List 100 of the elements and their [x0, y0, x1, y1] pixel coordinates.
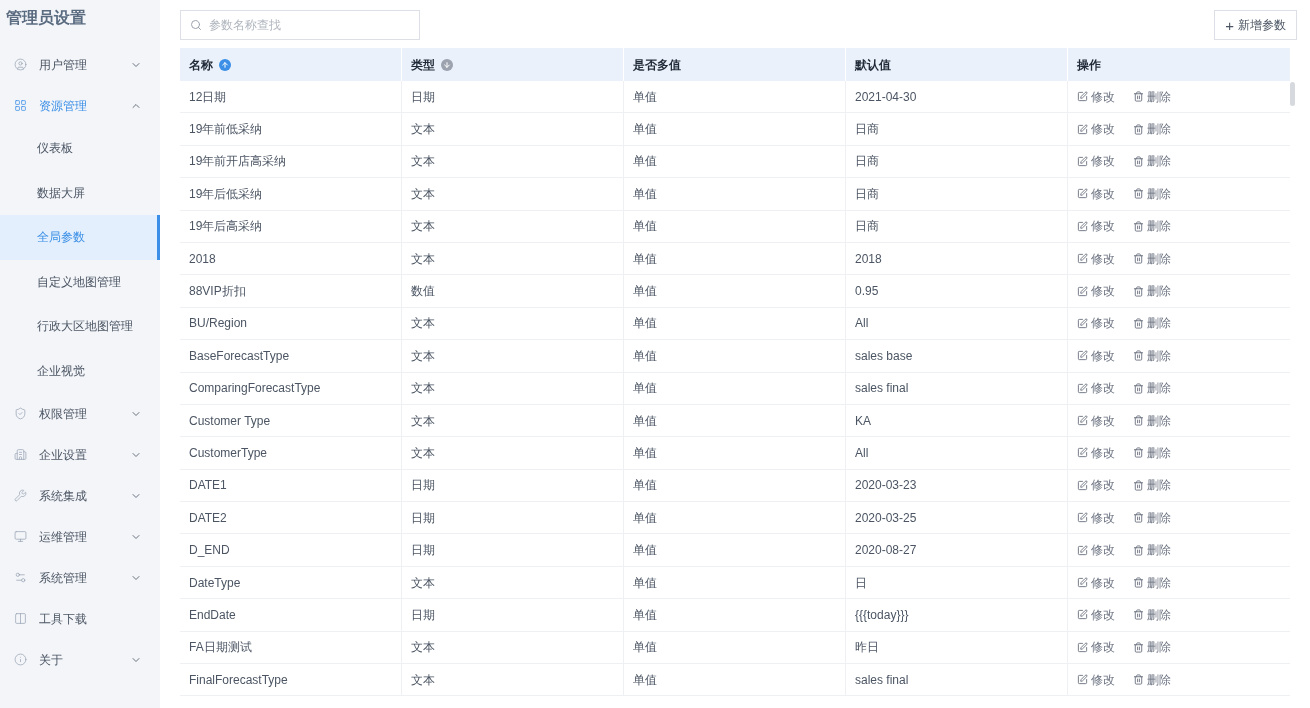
table-cell-text: EndDate — [189, 606, 236, 624]
delete-button[interactable]: 删除 — [1133, 152, 1171, 171]
edit-button[interactable]: 修改 — [1077, 379, 1115, 398]
table-cell-text: 单值 — [633, 218, 657, 236]
table-cell-text: 文本 — [411, 250, 435, 268]
trash-icon — [1133, 415, 1144, 427]
table-cell-text: 0.95 — [855, 283, 879, 301]
edit-icon — [1077, 188, 1088, 200]
edit-button[interactable]: 修改 — [1077, 346, 1115, 365]
sort-icon[interactable] — [441, 58, 453, 71]
edit-button[interactable]: 修改 — [1077, 120, 1115, 139]
delete-button[interactable]: 删除 — [1133, 541, 1171, 560]
sidebar-subitem[interactable]: 行政大区地图管理 — [0, 304, 160, 349]
table-cell-text: Customer Type — [189, 412, 271, 430]
sidebar-item[interactable]: 关于 — [0, 639, 160, 680]
sidebar-subitem[interactable]: 企业视觉 — [0, 348, 160, 393]
delete-button[interactable]: 删除 — [1133, 184, 1171, 203]
table-cell-text: 单值 — [633, 445, 657, 462]
trash-icon — [1133, 609, 1144, 621]
table-cell-text: CustomerType — [189, 445, 268, 462]
sidebar-item[interactable]: 系统集成 — [0, 475, 160, 516]
delete-button[interactable]: 删除 — [1133, 638, 1171, 657]
edit-button[interactable]: 修改 — [1077, 605, 1115, 624]
delete-button[interactable]: 删除 — [1133, 346, 1171, 365]
edit-button[interactable]: 修改 — [1077, 541, 1115, 560]
column-header: 是否多值 — [633, 56, 681, 74]
edit-button[interactable]: 修改 — [1077, 508, 1115, 527]
building-icon — [14, 448, 27, 461]
edit-button[interactable]: 修改 — [1077, 314, 1115, 333]
table-cell-text: 日商 — [855, 185, 879, 203]
table-cell-text: 19年前低采纳 — [189, 121, 263, 139]
edit-icon — [1077, 285, 1088, 297]
delete-button[interactable]: 删除 — [1133, 476, 1171, 495]
delete-button[interactable]: 删除 — [1133, 282, 1171, 301]
delete-button[interactable]: 删除 — [1133, 508, 1171, 527]
edit-icon — [1077, 350, 1088, 362]
table-cell-text: BaseForecastType — [189, 347, 290, 365]
table-cell-text: 单值 — [633, 347, 657, 365]
sort-icon[interactable] — [219, 58, 231, 71]
delete-button[interactable]: 删除 — [1133, 87, 1171, 106]
delete-button[interactable]: 删除 — [1133, 379, 1171, 398]
edit-button[interactable]: 修改 — [1077, 249, 1115, 268]
edit-button[interactable]: 修改 — [1077, 573, 1115, 592]
sidebar-item[interactable]: 企业设置 — [0, 434, 160, 475]
edit-icon — [1077, 641, 1088, 653]
table-cell-text: FA日期测试 — [189, 639, 252, 657]
edit-icon — [1077, 415, 1088, 427]
delete-button[interactable]: 删除 — [1133, 249, 1171, 268]
sidebar-item[interactable]: 权限管理 — [0, 393, 160, 434]
edit-icon — [1077, 253, 1088, 265]
trash-icon — [1133, 317, 1144, 329]
sidebar-subitem[interactable]: 全局参数 — [0, 215, 160, 260]
edit-button[interactable]: 修改 — [1077, 670, 1115, 689]
delete-button[interactable]: 删除 — [1133, 670, 1171, 689]
edit-button[interactable]: 修改 — [1077, 411, 1115, 430]
delete-button[interactable]: 删除 — [1133, 217, 1171, 236]
delete-button[interactable]: 删除 — [1133, 605, 1171, 624]
edit-button[interactable]: 修改 — [1077, 152, 1115, 171]
edit-button[interactable]: 修改 — [1077, 87, 1115, 106]
delete-button[interactable]: 删除 — [1133, 444, 1171, 462]
table-cell-text: 日期 — [411, 606, 435, 624]
table-cell-text: 文本 — [411, 671, 435, 689]
table-cell-text: 单值 — [633, 509, 657, 527]
delete-button[interactable]: 删除 — [1133, 120, 1171, 139]
table-cell-text: 单值 — [633, 283, 657, 301]
edit-icon — [1077, 609, 1088, 621]
edit-button[interactable]: 修改 — [1077, 638, 1115, 657]
table-cell-text: 单值 — [633, 185, 657, 203]
edit-icon — [1077, 577, 1088, 589]
delete-button[interactable]: 删除 — [1133, 573, 1171, 592]
sidebar-title: 管理员设置 — [5, 8, 87, 28]
edit-button[interactable]: 修改 — [1077, 476, 1115, 495]
table-cell-text: All — [855, 445, 869, 462]
sidebar-item[interactable]: 系统管理 — [0, 557, 160, 598]
table-cell-text: 单值 — [633, 574, 657, 592]
table-cell-text: 日 — [855, 574, 867, 592]
edit-button[interactable]: 修改 — [1077, 444, 1115, 462]
table-cell-text: 文本 — [411, 347, 435, 365]
delete-button[interactable]: 删除 — [1133, 314, 1171, 333]
sidebar-item[interactable]: 用户管理 — [0, 44, 160, 85]
edit-button[interactable]: 修改 — [1077, 217, 1115, 236]
trash-icon — [1133, 447, 1144, 459]
table-cell-text: 12日期 — [189, 88, 227, 106]
sidebar-item[interactable]: 工具下载 — [0, 598, 160, 639]
sidebar-subitem[interactable]: 仪表板 — [0, 126, 160, 171]
table-cell-text: DATE1 — [189, 477, 227, 495]
sidebar-item[interactable]: 运维管理 — [0, 516, 160, 557]
trash-icon — [1133, 674, 1144, 686]
add-parameter-button[interactable]: + 新增参数 — [1214, 10, 1297, 40]
table-cell-text: 日期 — [411, 88, 435, 106]
table-cell-text: 2020-08-27 — [855, 542, 917, 560]
edit-button[interactable]: 修改 — [1077, 184, 1115, 203]
sidebar-subitem[interactable]: 自定义地图管理 — [0, 259, 160, 304]
sidebar-subitem[interactable]: 数据大屏 — [0, 170, 160, 215]
table-cell-text: 文本 — [411, 185, 435, 203]
delete-button[interactable]: 删除 — [1133, 411, 1171, 430]
edit-button[interactable]: 修改 — [1077, 282, 1115, 301]
search-field[interactable]: 参数名称查找 — [180, 10, 420, 40]
sidebar-item[interactable]: 资源管理 — [0, 85, 160, 126]
scrollbar-thumb[interactable] — [1290, 82, 1295, 106]
